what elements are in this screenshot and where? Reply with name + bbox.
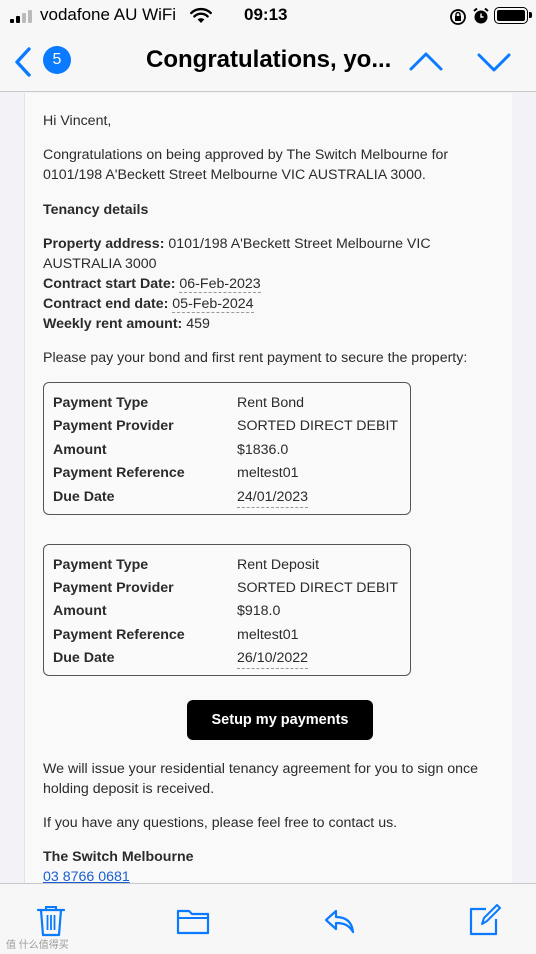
weekly-rent-value: 459 — [186, 316, 210, 332]
contract-start-row: Contract start Date: 06-Feb-2023 — [43, 274, 261, 294]
carrier-name: vodafone AU WiFi — [40, 5, 177, 24]
phone-link[interactable]: 03 8766 0681 — [43, 867, 130, 883]
payment-details-box: Payment Type Rent Bond Payment Provider … — [43, 382, 411, 515]
setup-payments-button[interactable]: Setup my payments — [187, 700, 373, 740]
property-address-row: Property address: 0101/198 A'Beckett Str… — [43, 234, 431, 254]
payment-provider-value: SORTED DIRECT DEBIT — [237, 580, 399, 596]
payment-due-label: Due Date — [53, 489, 115, 505]
email-message: Hi Vincent, Congratulations on being app… — [24, 93, 512, 883]
weekly-rent-label: Weekly rent amount: — [43, 316, 183, 332]
payment-type-label: Payment Type — [53, 395, 149, 411]
payment-type-label: Payment Type — [53, 557, 149, 573]
payment-amount-label: Amount — [53, 442, 107, 458]
alarm-icon — [473, 7, 489, 24]
payment-amount-value: $918.0 — [237, 603, 281, 619]
payment-type-value: Rent Bond — [237, 395, 305, 411]
payment-amount-value: $1836.0 — [237, 442, 289, 458]
payment-provider-label: Payment Provider — [53, 580, 174, 596]
rotation-lock-icon — [450, 9, 466, 25]
reply-icon[interactable] — [322, 903, 356, 937]
payment-due-value[interactable]: 24/01/2023 — [237, 487, 309, 508]
mail-toolbar: 值 什么值得买 — [0, 883, 536, 954]
payment-due-value[interactable]: 26/10/2022 — [237, 648, 309, 669]
contract-start-label: Contract start Date: — [43, 276, 176, 292]
property-address-value-1: 0101/198 A'Beckett Street Melbourne VIC — [168, 236, 431, 252]
contract-start-value[interactable]: 06-Feb-2023 — [179, 276, 261, 293]
agreement-line-2: holding deposit is received. — [43, 781, 215, 797]
contract-end-value[interactable]: 05-Feb-2024 — [172, 296, 254, 313]
trash-icon[interactable] — [34, 903, 68, 937]
payment-reference-value: meltest01 — [237, 465, 299, 481]
payment-reference-label: Payment Reference — [53, 627, 185, 643]
payment-amount-label: Amount — [53, 603, 107, 619]
weekly-rent-row: Weekly rent amount: 459 — [43, 314, 210, 334]
wifi-icon — [190, 7, 212, 23]
message-subject-title: Congratulations, yo... — [146, 46, 392, 73]
questions-text: If you have any questions, please feel f… — [43, 815, 398, 831]
intro-line-2: 0101/198 A'Beckett Street Melbourne VIC … — [43, 167, 426, 183]
property-address-label: Property address: — [43, 236, 165, 252]
back-chevron-icon[interactable] — [10, 44, 36, 80]
payment-provider-value: SORTED DIRECT DEBIT — [237, 418, 399, 434]
contract-end-label: Contract end date: — [43, 296, 169, 312]
unread-count-badge[interactable]: 5 — [43, 46, 71, 74]
signature-company: The Switch Melbourne — [43, 849, 194, 865]
payment-provider-label: Payment Provider — [53, 418, 174, 434]
tenancy-heading: Tenancy details — [43, 202, 149, 218]
property-address-value-2: AUSTRALIA 3000 — [43, 256, 157, 272]
clock: 09:13 — [244, 5, 288, 24]
intro-line-1: Congratulations on being approved by The… — [43, 147, 449, 163]
status-bar: vodafone AU WiFi 09:13 — [0, 0, 536, 34]
email-body-scroll-area[interactable]: Hi Vincent, Congratulations on being app… — [0, 93, 536, 883]
contract-end-row: Contract end date: 05-Feb-2024 — [43, 294, 254, 314]
agreement-line-1: We will issue your residential tenancy a… — [43, 761, 479, 777]
folder-icon[interactable] — [176, 903, 210, 937]
mail-nav-bar: 5 Congratulations, yo... — [0, 34, 536, 92]
chevron-up-icon[interactable] — [408, 48, 444, 76]
greeting: Hi Vincent, — [43, 113, 112, 129]
payment-reference-label: Payment Reference — [53, 465, 185, 481]
payment-type-value: Rent Deposit — [237, 557, 320, 573]
compose-icon[interactable] — [468, 903, 502, 937]
chevron-down-icon[interactable] — [476, 48, 512, 76]
cellular-signal-icon — [10, 10, 34, 23]
watermark: 值 什么值得买 — [6, 940, 69, 951]
battery-icon — [494, 7, 532, 24]
payment-reference-value: meltest01 — [237, 627, 299, 643]
pay-prompt: Please pay your bond and first rent paym… — [43, 350, 468, 366]
payment-due-label: Due Date — [53, 650, 115, 666]
payment-details-box: Payment Type Rent Deposit Payment Provid… — [43, 544, 411, 676]
